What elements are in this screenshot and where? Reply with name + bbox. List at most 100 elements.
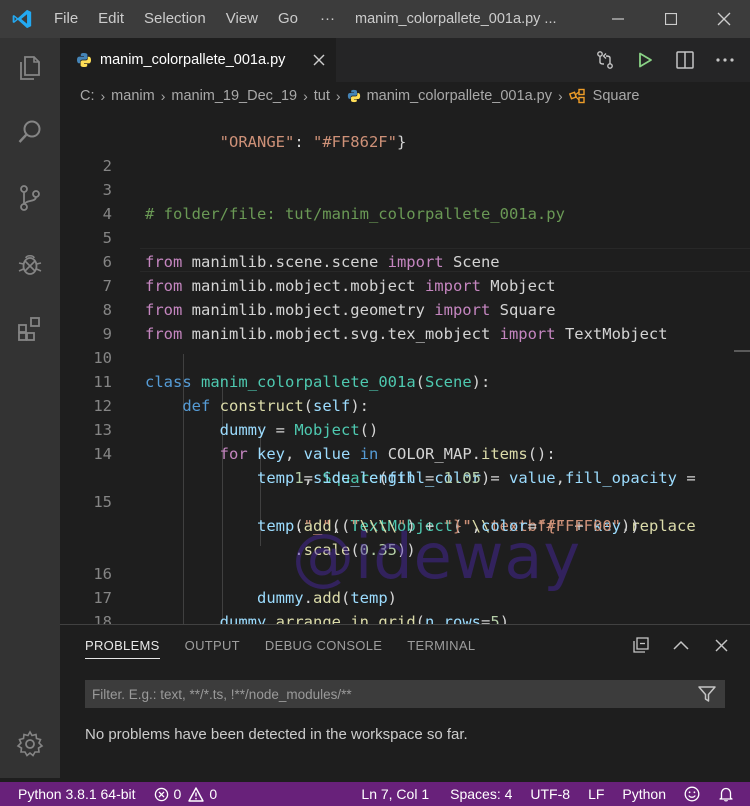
code-line: ("_", "\\\\") + "}",color="#FFFF00")) <box>145 517 640 535</box>
code-line: 10 class manim_colorpallete_001a(Scene): <box>60 322 750 391</box>
chevron-right-icon: › <box>557 88 563 104</box>
feedback-button[interactable] <box>675 782 709 806</box>
code-editor[interactable]: "ORANGE": "#FF862F"} 2 3 # folder/file: … <box>60 110 750 624</box>
problems-status[interactable]: 0 0 <box>145 782 227 806</box>
more-actions-button[interactable] <box>714 49 736 71</box>
maximize-panel-button[interactable] <box>670 633 692 657</box>
filter-icon[interactable] <box>697 684 717 704</box>
breadcrumb-tut[interactable]: tut <box>314 88 330 104</box>
status-right: Ln 7, Col 1 Spaces: 4 UTF-8 LF Python <box>352 782 750 806</box>
maximize-button[interactable] <box>644 0 697 38</box>
problems-message: No problems have been detected in the wo… <box>85 726 468 743</box>
code-line: 6 from manimlib.mobject.mobject import M… <box>60 226 750 295</box>
chevron-right-icon: › <box>100 88 106 104</box>
watermark: @ideway <box>292 520 582 593</box>
notifications-button[interactable] <box>709 782 750 806</box>
tab-output[interactable]: OUTPUT <box>185 625 240 667</box>
settings-button[interactable] <box>0 720 60 768</box>
breadcrumb-drive[interactable]: C: <box>80 88 95 104</box>
tab-problems[interactable]: PROBLEMS <box>85 625 160 667</box>
python-file-icon <box>77 53 91 67</box>
vscode-logo-icon <box>0 0 44 38</box>
minimize-button[interactable] <box>591 0 644 38</box>
code-line: "ORANGE": "#FF862F"} <box>145 133 407 151</box>
extensions-icon <box>18 317 40 341</box>
indentation[interactable]: Spaces: 4 <box>441 782 521 806</box>
files-icon <box>20 56 40 80</box>
code-line: 14 temp = Square(fill_color = value,fill… <box>60 418 750 487</box>
tab-bar: manim_colorpallete_001a.py <box>60 38 750 82</box>
code-line: 13 for key, value in COLOR_MAP.items(): <box>60 394 750 463</box>
explorer-button[interactable] <box>0 44 60 92</box>
close-icon <box>313 54 325 66</box>
editor-tab[interactable]: manim_colorpallete_001a.py <box>60 38 336 82</box>
chevron-up-icon <box>673 640 689 650</box>
breadcrumb-file[interactable]: manim_colorpallete_001a.py <box>347 88 552 104</box>
breadcrumb-file-label: manim_colorpallete_001a.py <box>366 88 552 104</box>
tab-debug-console[interactable]: DEBUG CONSOLE <box>265 625 382 667</box>
menu-edit[interactable]: Edit <box>88 0 134 38</box>
close-panel-button[interactable] <box>710 633 732 657</box>
warning-count: 0 <box>209 786 218 802</box>
editor-actions <box>594 38 736 82</box>
close-window-button[interactable] <box>697 0 750 38</box>
encoding[interactable]: UTF-8 <box>521 782 579 806</box>
open-changes-button[interactable] <box>594 49 616 71</box>
python-interpreter[interactable]: Python 3.8.1 64-bit <box>0 782 145 806</box>
filter-input[interactable] <box>92 686 682 702</box>
error-icon <box>154 787 168 801</box>
breadcrumb-symbol-label: Square <box>592 88 640 104</box>
language-mode[interactable]: Python <box>613 782 675 806</box>
tab-close-button[interactable] <box>310 51 328 69</box>
source-control-icon <box>20 185 40 211</box>
code-line: 11 def construct(self): <box>60 346 750 415</box>
warning-icon <box>188 786 205 802</box>
menu-more[interactable]: ··· <box>308 0 349 38</box>
breadcrumb-manim[interactable]: manim <box>111 88 155 104</box>
code-line: 7 from manimlib.mobject.geometry import … <box>60 250 750 319</box>
compare-changes-icon <box>597 51 613 69</box>
ellipsis-icon <box>716 58 734 62</box>
title-bar: File Edit Selection View Go ··· manim_co… <box>0 0 750 38</box>
search-button[interactable] <box>0 108 60 156</box>
tab-terminal[interactable]: TERMINAL <box>407 625 475 667</box>
menu-file[interactable]: File <box>44 0 88 38</box>
chevron-right-icon: › <box>160 88 166 104</box>
class-symbol-icon <box>568 88 585 104</box>
run-button[interactable] <box>634 49 656 71</box>
breadcrumb-folder[interactable]: manim_19_Dec_19 <box>171 88 297 104</box>
tab-label: manim_colorpallete_001a.py <box>100 52 286 68</box>
close-icon <box>715 639 727 651</box>
code-line: 5 from manimlib.scene.scene import Scene <box>60 202 750 271</box>
close-icon <box>717 12 730 26</box>
code-line: 15 temp.add((TextMobject("\\textbf{" + k… <box>60 466 750 535</box>
code-line: 12 dummy = Mobject() <box>60 370 750 439</box>
window-title: manim_colorpallete_001a.py ... <box>355 11 557 27</box>
breadcrumb-symbol[interactable]: Square <box>568 88 640 104</box>
python-file-icon <box>347 89 360 103</box>
split-editor-button[interactable] <box>674 49 696 71</box>
menu-bar: File Edit Selection View Go ··· <box>44 0 349 38</box>
panel-tabs: PROBLEMS OUTPUT DEBUG CONSOLE TERMINAL <box>85 625 475 667</box>
menu-selection[interactable]: Selection <box>134 0 216 38</box>
source-control-button[interactable] <box>0 174 60 222</box>
collapse-all-button[interactable] <box>630 633 652 657</box>
search-icon <box>18 120 41 143</box>
debug-button[interactable] <box>0 240 60 288</box>
menu-go[interactable]: Go <box>268 0 308 38</box>
cursor-position[interactable]: Ln 7, Col 1 <box>352 782 441 806</box>
split-editor-icon <box>676 51 694 69</box>
scrollbar-marker[interactable] <box>734 350 750 352</box>
bell-icon <box>719 787 733 802</box>
maximize-icon <box>664 13 677 25</box>
extensions-button[interactable] <box>0 304 60 352</box>
menu-view[interactable]: View <box>216 0 268 38</box>
code-line: 4 <box>60 178 750 223</box>
end-of-line[interactable]: LF <box>579 782 613 806</box>
smiley-icon <box>684 786 700 802</box>
code-line: 2 <box>60 130 750 175</box>
window-controls <box>591 0 750 38</box>
problems-filter <box>85 680 725 708</box>
code-line: 3 # folder/file: tut/manim_colorpallete_… <box>60 154 750 223</box>
chevron-right-icon: › <box>303 88 308 104</box>
